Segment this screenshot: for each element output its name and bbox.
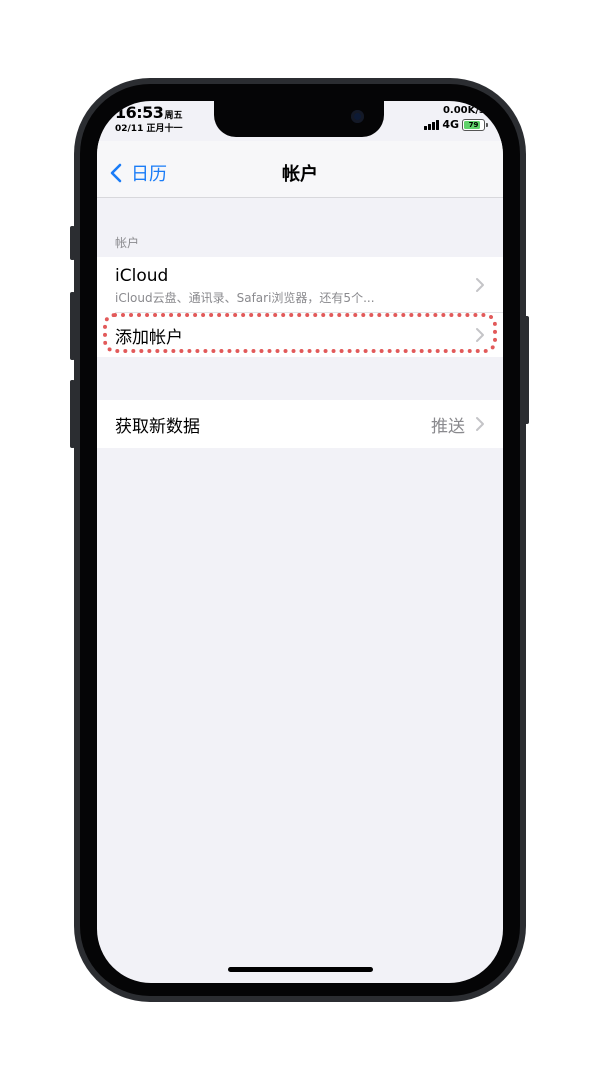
chevron-right-icon [476,278,484,292]
network-type: 4G [442,118,459,131]
navigation-bar: 日历 帐户 [97,141,503,198]
status-bar-left: 16:53周五 02/11 正月十一 [115,103,182,134]
status-bar-right: 0.00K/s 4G 79 [424,105,488,131]
screen: 16:53周五 02/11 正月十一 0.00K/s 4G 79 日历 帐户 帐… [97,101,503,983]
fetch-new-data-label: 获取新数据 [115,416,200,437]
front-camera [351,110,364,123]
status-weekday: 周五 [164,111,183,121]
fetch-new-data-row[interactable]: 获取新数据 推送 [97,400,503,448]
battery-level: 79 [468,120,479,129]
notch [214,101,384,137]
volume-up-button [70,292,75,360]
home-indicator[interactable] [228,967,373,972]
battery-icon: 79 [462,118,488,131]
volume-down-button [70,380,75,448]
highlight-outline [103,313,497,353]
chevron-right-icon [476,417,484,431]
page-title: 帐户 [282,164,318,185]
account-row-icloud[interactable]: iCloud iCloud云盘、通讯录、Safari浏览器，还有5个... [97,257,503,313]
network-speed: 0.00K/s [442,105,485,116]
status-date: 02/11 正月十一 [115,124,183,134]
fetch-new-data-value: 推送 [431,416,465,437]
status-time: 16:53 [115,103,164,122]
account-subtitle: iCloud云盘、通讯录、Safari浏览器，还有5个... [115,291,375,305]
fetch-group: 获取新数据 推送 [97,400,503,448]
section-header-accounts: 帐户 [115,236,140,250]
signal-icon [424,119,440,130]
account-title: iCloud [115,266,169,286]
power-button [524,316,529,424]
mute-switch [70,226,75,260]
